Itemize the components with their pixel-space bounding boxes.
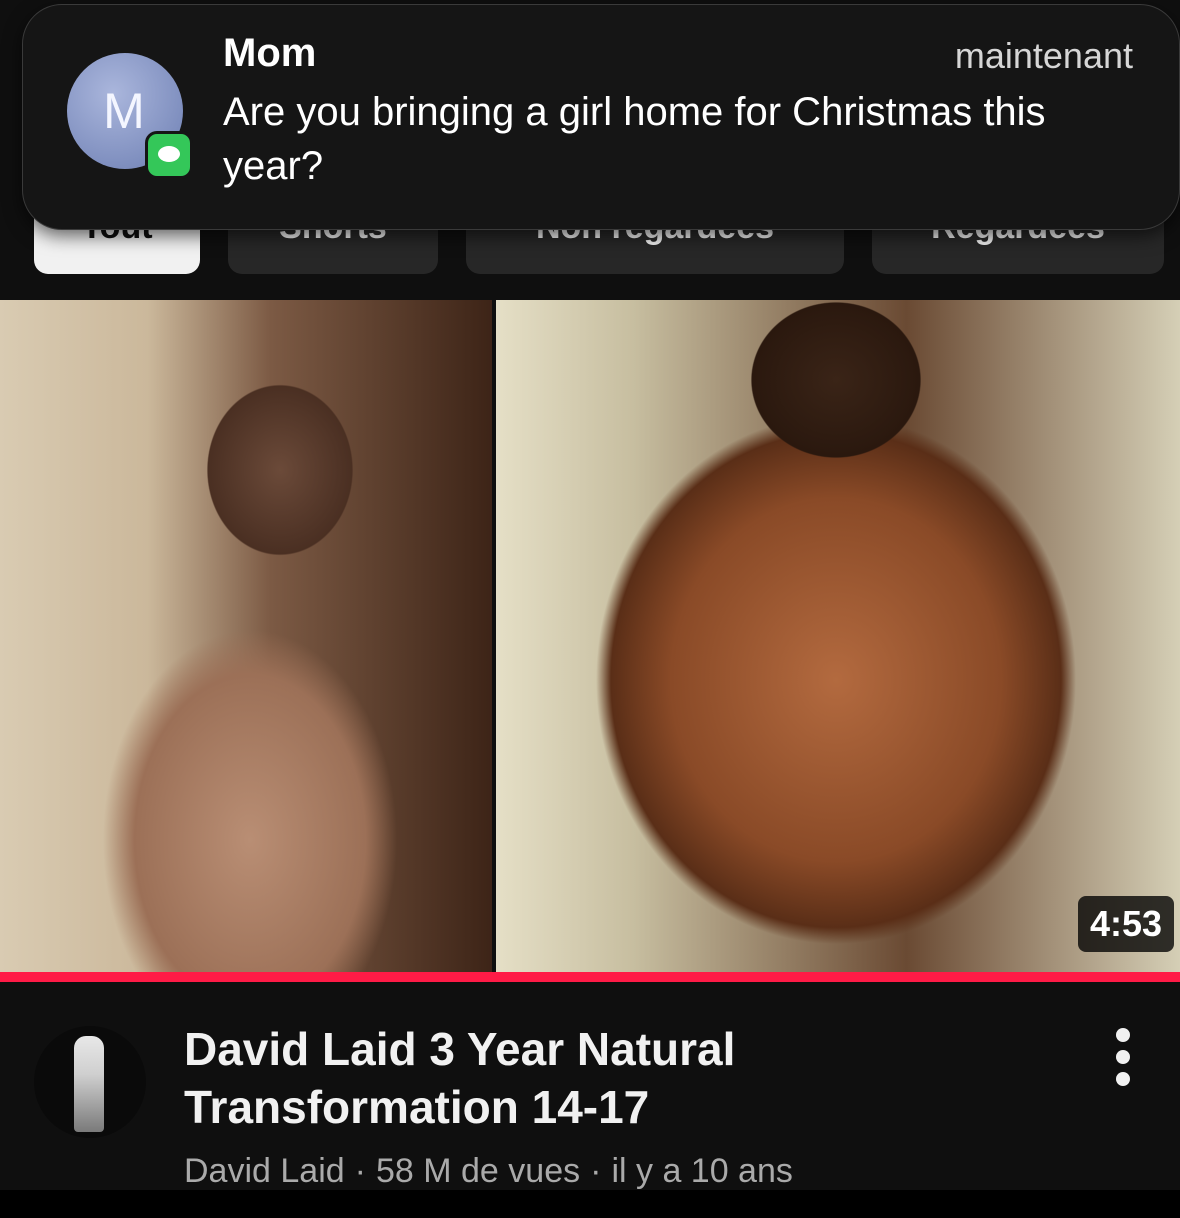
message-notification[interactable]: M Mom maintenant Are you bringing a girl… xyxy=(22,4,1180,230)
channel-avatar[interactable] xyxy=(34,1026,146,1138)
meta-separator: · xyxy=(590,1152,602,1190)
thumbnail-after-image xyxy=(496,300,1180,972)
upload-age: il y a 10 ans xyxy=(611,1152,793,1190)
messages-icon xyxy=(145,131,193,179)
watched-progress-bar xyxy=(0,972,1180,982)
video-duration-badge: 4:53 xyxy=(1077,896,1174,952)
meta-separator: · xyxy=(354,1152,366,1190)
view-count: 58 M de vues xyxy=(375,1152,581,1190)
more-options-icon[interactable] xyxy=(1108,1028,1144,1086)
video-thumbnail[interactable]: 4:53 xyxy=(0,300,1180,972)
channel-name[interactable]: David Laid xyxy=(184,1152,345,1190)
video-metadata: David Laid · 58 M de vues · il y a 10 ans xyxy=(184,1152,793,1191)
notification-time: maintenant xyxy=(954,35,1133,76)
notification-message: Are you bringing a girl home for Christm… xyxy=(223,90,1046,188)
channel-logo-figure xyxy=(74,1036,104,1132)
bottom-edge xyxy=(0,1190,1180,1218)
video-title[interactable]: David Laid 3 Year Natural Transformation… xyxy=(184,1020,1044,1136)
notification-sender: Mom xyxy=(223,31,317,75)
thumbnail-before-image xyxy=(0,300,492,972)
